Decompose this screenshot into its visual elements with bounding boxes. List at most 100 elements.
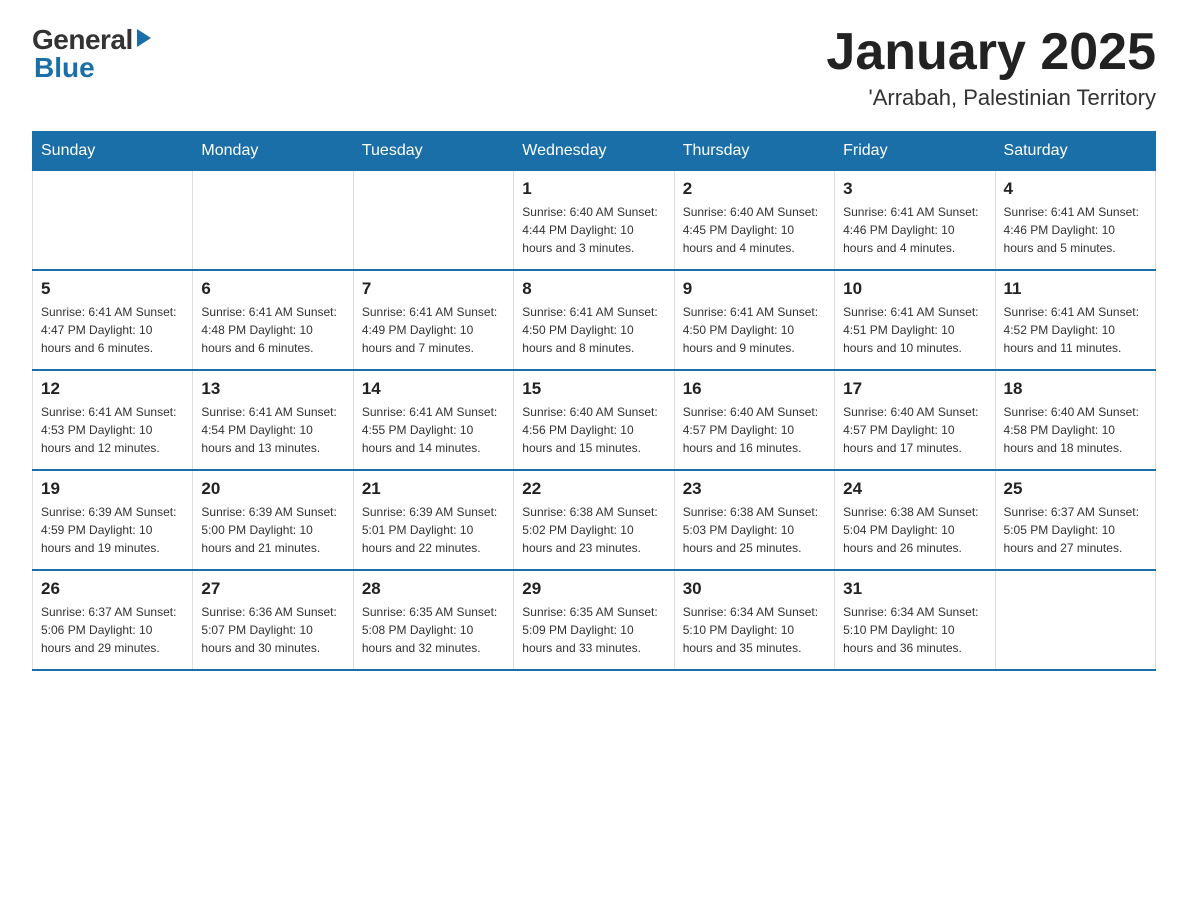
day-info: Sunrise: 6:39 AM Sunset: 4:59 PM Dayligh… xyxy=(41,503,184,557)
calendar-cell: 18 Sunrise: 6:40 AM Sunset: 4:58 PM Dayli… xyxy=(995,370,1155,470)
calendar-cell: 31Sunrise: 6:34 AM Sunset: 5:10 PM Dayli… xyxy=(835,570,995,670)
calendar-week-row: 5Sunrise: 6:41 AM Sunset: 4:47 PM Daylig… xyxy=(33,270,1156,370)
calendar-cell: 13 Sunrise: 6:41 AM Sunset: 4:54 PM Dayli… xyxy=(193,370,353,470)
day-info: Sunrise: 6:35 AM Sunset: 5:09 PM Dayligh… xyxy=(522,603,665,657)
page-header: General Blue January 2025 'Arrabah, Pale… xyxy=(32,24,1156,111)
day-info: Sunrise: 6:40 AM Sunset: 4:58 PM Dayligh… xyxy=(1004,403,1147,457)
day-number: 8 xyxy=(522,279,665,299)
calendar-week-row: 12 Sunrise: 6:41 AM Sunset: 4:53 PM Dayli… xyxy=(33,370,1156,470)
day-info: Sunrise: 6:41 AM Sunset: 4:48 PM Dayligh… xyxy=(201,303,344,357)
day-info: Sunrise: 6:39 AM Sunset: 5:01 PM Dayligh… xyxy=(362,503,505,557)
weekday-header-sunday: Sunday xyxy=(33,132,193,171)
day-number: 18 xyxy=(1004,379,1147,399)
calendar-cell: 21 Sunrise: 6:39 AM Sunset: 5:01 PM Dayli… xyxy=(353,470,513,570)
day-number: 30 xyxy=(683,579,826,599)
day-info: Sunrise: 6:40 AM Sunset: 4:56 PM Dayligh… xyxy=(522,403,665,457)
weekday-header-saturday: Saturday xyxy=(995,132,1155,171)
calendar-cell: 28Sunrise: 6:35 AM Sunset: 5:08 PM Dayli… xyxy=(353,570,513,670)
calendar-cell: 7 Sunrise: 6:41 AM Sunset: 4:49 PM Daylig… xyxy=(353,270,513,370)
day-number: 9 xyxy=(683,279,826,299)
day-info: Sunrise: 6:38 AM Sunset: 5:02 PM Dayligh… xyxy=(522,503,665,557)
calendar-cell: 12 Sunrise: 6:41 AM Sunset: 4:53 PM Dayli… xyxy=(33,370,193,470)
day-info: Sunrise: 6:41 AM Sunset: 4:49 PM Dayligh… xyxy=(362,303,505,357)
day-number: 24 xyxy=(843,479,986,499)
day-info: Sunrise: 6:40 AM Sunset: 4:57 PM Dayligh… xyxy=(843,403,986,457)
day-info: Sunrise: 6:41 AM Sunset: 4:52 PM Dayligh… xyxy=(1004,303,1147,357)
weekday-header-friday: Friday xyxy=(835,132,995,171)
calendar-cell: 2Sunrise: 6:40 AM Sunset: 4:45 PM Daylig… xyxy=(674,171,834,271)
calendar-cell: 23Sunrise: 6:38 AM Sunset: 5:03 PM Dayli… xyxy=(674,470,834,570)
calendar-week-row: 19 Sunrise: 6:39 AM Sunset: 4:59 PM Dayli… xyxy=(33,470,1156,570)
calendar-cell: 6 Sunrise: 6:41 AM Sunset: 4:48 PM Daylig… xyxy=(193,270,353,370)
day-number: 16 xyxy=(683,379,826,399)
day-number: 15 xyxy=(522,379,665,399)
day-number: 27 xyxy=(201,579,344,599)
calendar-cell: 1 Sunrise: 6:40 AM Sunset: 4:44 PM Daylig… xyxy=(514,171,674,271)
month-title: January 2025 xyxy=(826,24,1156,81)
weekday-header-monday: Monday xyxy=(193,132,353,171)
day-info: Sunrise: 6:35 AM Sunset: 5:08 PM Dayligh… xyxy=(362,603,505,657)
day-info: Sunrise: 6:37 AM Sunset: 5:06 PM Dayligh… xyxy=(41,603,184,657)
calendar-cell: 10 Sunrise: 6:41 AM Sunset: 4:51 PM Dayli… xyxy=(835,270,995,370)
day-number: 7 xyxy=(362,279,505,299)
calendar-cell: 15 Sunrise: 6:40 AM Sunset: 4:56 PM Dayli… xyxy=(514,370,674,470)
logo-blue-text: Blue xyxy=(34,52,95,84)
day-info: Sunrise: 6:39 AM Sunset: 5:00 PM Dayligh… xyxy=(201,503,344,557)
day-number: 20 xyxy=(201,479,344,499)
day-number: 23 xyxy=(683,479,826,499)
day-info: Sunrise: 6:40 AM Sunset: 4:57 PM Dayligh… xyxy=(683,403,826,457)
calendar-cell: 19 Sunrise: 6:39 AM Sunset: 4:59 PM Dayli… xyxy=(33,470,193,570)
day-info: Sunrise: 6:41 AM Sunset: 4:46 PM Dayligh… xyxy=(843,203,986,257)
weekday-header-thursday: Thursday xyxy=(674,132,834,171)
day-info: Sunrise: 6:41 AM Sunset: 4:50 PM Dayligh… xyxy=(522,303,665,357)
calendar-table: SundayMondayTuesdayWednesdayThursdayFrid… xyxy=(32,131,1156,671)
day-info: Sunrise: 6:41 AM Sunset: 4:53 PM Dayligh… xyxy=(41,403,184,457)
day-info: Sunrise: 6:38 AM Sunset: 5:04 PM Dayligh… xyxy=(843,503,986,557)
day-info: Sunrise: 6:41 AM Sunset: 4:47 PM Dayligh… xyxy=(41,303,184,357)
calendar-week-row: 1 Sunrise: 6:40 AM Sunset: 4:44 PM Daylig… xyxy=(33,171,1156,271)
day-number: 13 xyxy=(201,379,344,399)
calendar-cell: 24 Sunrise: 6:38 AM Sunset: 5:04 PM Dayli… xyxy=(835,470,995,570)
calendar-cell: 22Sunrise: 6:38 AM Sunset: 5:02 PM Dayli… xyxy=(514,470,674,570)
calendar-header-row: SundayMondayTuesdayWednesdayThursdayFrid… xyxy=(33,132,1156,171)
day-number: 21 xyxy=(362,479,505,499)
calendar-cell xyxy=(193,171,353,271)
day-number: 6 xyxy=(201,279,344,299)
calendar-cell: 16 Sunrise: 6:40 AM Sunset: 4:57 PM Dayli… xyxy=(674,370,834,470)
calendar-cell xyxy=(33,171,193,271)
day-number: 29 xyxy=(522,579,665,599)
calendar-cell: 9Sunrise: 6:41 AM Sunset: 4:50 PM Daylig… xyxy=(674,270,834,370)
day-info: Sunrise: 6:37 AM Sunset: 5:05 PM Dayligh… xyxy=(1004,503,1147,557)
calendar-cell: 17 Sunrise: 6:40 AM Sunset: 4:57 PM Dayli… xyxy=(835,370,995,470)
calendar-cell: 8 Sunrise: 6:41 AM Sunset: 4:50 PM Daylig… xyxy=(514,270,674,370)
day-number: 11 xyxy=(1004,279,1147,299)
logo-triangle-icon xyxy=(137,29,151,47)
day-number: 10 xyxy=(843,279,986,299)
day-info: Sunrise: 6:40 AM Sunset: 4:45 PM Dayligh… xyxy=(683,203,826,257)
calendar-cell: 30 Sunrise: 6:34 AM Sunset: 5:10 PM Dayli… xyxy=(674,570,834,670)
day-number: 17 xyxy=(843,379,986,399)
day-number: 31 xyxy=(843,579,986,599)
location-title: 'Arrabah, Palestinian Territory xyxy=(826,85,1156,111)
day-number: 1 xyxy=(522,179,665,199)
day-number: 26 xyxy=(41,579,184,599)
day-info: Sunrise: 6:34 AM Sunset: 5:10 PM Dayligh… xyxy=(683,603,826,657)
day-info: Sunrise: 6:41 AM Sunset: 4:55 PM Dayligh… xyxy=(362,403,505,457)
day-info: Sunrise: 6:41 AM Sunset: 4:54 PM Dayligh… xyxy=(201,403,344,457)
day-number: 19 xyxy=(41,479,184,499)
calendar-cell: 3Sunrise: 6:41 AM Sunset: 4:46 PM Daylig… xyxy=(835,171,995,271)
day-info: Sunrise: 6:41 AM Sunset: 4:51 PM Dayligh… xyxy=(843,303,986,357)
calendar-cell: 4Sunrise: 6:41 AM Sunset: 4:46 PM Daylig… xyxy=(995,171,1155,271)
day-info: Sunrise: 6:40 AM Sunset: 4:44 PM Dayligh… xyxy=(522,203,665,257)
calendar-cell: 20 Sunrise: 6:39 AM Sunset: 5:00 PM Dayli… xyxy=(193,470,353,570)
calendar-cell: 27 Sunrise: 6:36 AM Sunset: 5:07 PM Dayli… xyxy=(193,570,353,670)
weekday-header-wednesday: Wednesday xyxy=(514,132,674,171)
day-number: 25 xyxy=(1004,479,1147,499)
calendar-cell: 26 Sunrise: 6:37 AM Sunset: 5:06 PM Dayli… xyxy=(33,570,193,670)
calendar-week-row: 26 Sunrise: 6:37 AM Sunset: 5:06 PM Dayli… xyxy=(33,570,1156,670)
weekday-header-tuesday: Tuesday xyxy=(353,132,513,171)
calendar-cell xyxy=(995,570,1155,670)
day-number: 12 xyxy=(41,379,184,399)
day-info: Sunrise: 6:36 AM Sunset: 5:07 PM Dayligh… xyxy=(201,603,344,657)
calendar-cell: 29 Sunrise: 6:35 AM Sunset: 5:09 PM Dayli… xyxy=(514,570,674,670)
